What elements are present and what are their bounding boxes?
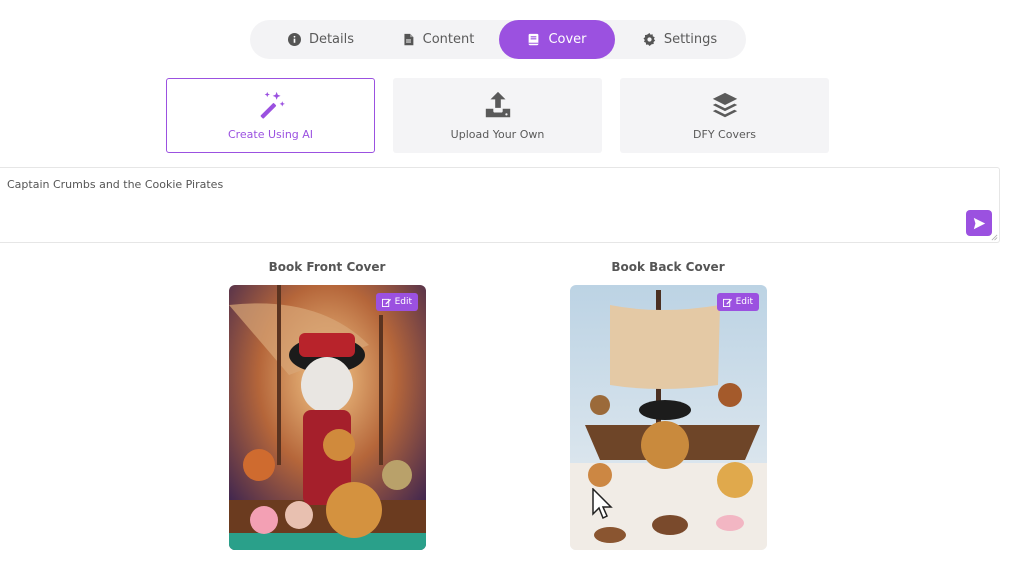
front-cover-label: Book Front Cover bbox=[268, 260, 386, 274]
tab-label: Cover bbox=[548, 32, 587, 47]
cover-prompt-textarea[interactable]: Captain Crumbs and the Cookie Pirates bbox=[0, 167, 1000, 243]
tab-bar: Details Content Cover Settings bbox=[250, 20, 746, 59]
create-using-ai-option[interactable]: Create Using AI bbox=[166, 78, 375, 153]
tab-settings[interactable]: Settings bbox=[628, 20, 732, 59]
tab-content[interactable]: Content bbox=[378, 20, 498, 59]
send-button[interactable] bbox=[966, 210, 992, 236]
resize-grip-icon[interactable] bbox=[991, 234, 998, 241]
book-icon bbox=[529, 33, 539, 46]
edit-icon bbox=[381, 298, 391, 307]
file-icon bbox=[404, 33, 414, 46]
tab-label: Details bbox=[308, 32, 355, 47]
info-icon bbox=[287, 33, 301, 46]
mouse-cursor-icon bbox=[592, 488, 613, 520]
edit-label: Edit bbox=[735, 297, 753, 307]
send-icon bbox=[973, 217, 985, 229]
edit-back-cover-button[interactable]: Edit bbox=[716, 293, 759, 311]
dfy-covers-option[interactable]: DFY Covers bbox=[620, 78, 829, 153]
option-label: DFY Covers bbox=[693, 128, 756, 141]
edit-front-cover-button[interactable]: Edit bbox=[375, 293, 418, 311]
layers-icon bbox=[712, 92, 737, 118]
tab-details[interactable]: Details bbox=[266, 20, 376, 59]
option-label: Create Using AI bbox=[227, 128, 314, 141]
edit-icon bbox=[722, 298, 732, 307]
tab-label: Settings bbox=[663, 32, 718, 47]
upload-icon bbox=[485, 91, 510, 118]
tab-label: Content bbox=[422, 32, 475, 47]
magic-wand-icon bbox=[260, 91, 285, 119]
edit-label: Edit bbox=[394, 297, 412, 307]
tab-cover[interactable]: Cover bbox=[499, 20, 615, 59]
front-cover-image: Edit bbox=[229, 285, 426, 550]
gear-icon bbox=[643, 33, 656, 46]
back-cover-label: Book Back Cover bbox=[611, 260, 725, 274]
option-label: Upload Your Own bbox=[450, 128, 545, 141]
upload-your-own-option[interactable]: Upload Your Own bbox=[393, 78, 602, 153]
prompt-value: Captain Crumbs and the Cookie Pirates bbox=[7, 178, 224, 191]
